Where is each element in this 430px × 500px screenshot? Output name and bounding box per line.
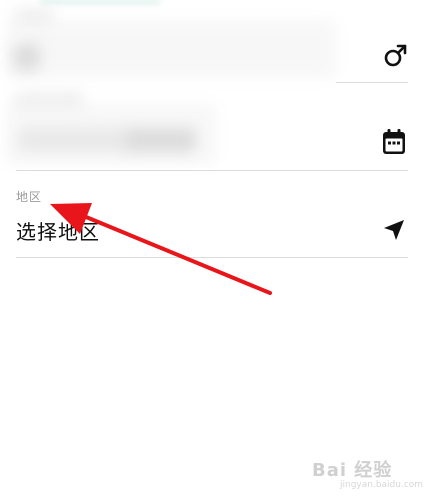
calendar-icon[interactable] (381, 128, 407, 156)
male-icon[interactable] (382, 43, 408, 69)
profile-edit-screen: 地区 选择地区 Bai 经验 jingyan.baidu.com (0, 0, 430, 500)
region-label: 地区 (16, 190, 43, 204)
top-accent-bar (40, 0, 160, 4)
gender-row-divider (336, 82, 408, 83)
region-row-divider (16, 257, 408, 258)
region-select-value[interactable]: 选择地区 (16, 216, 100, 245)
birthday-row-divider (16, 170, 408, 171)
gender-row-blur-wash (6, 20, 336, 78)
baidu-watermark: Bai 经验 (312, 460, 393, 481)
birthday-row-blur-wash (6, 104, 216, 164)
baidu-watermark-url: jingyan.baidu.com (340, 480, 424, 490)
location-arrow-icon[interactable] (382, 218, 406, 242)
